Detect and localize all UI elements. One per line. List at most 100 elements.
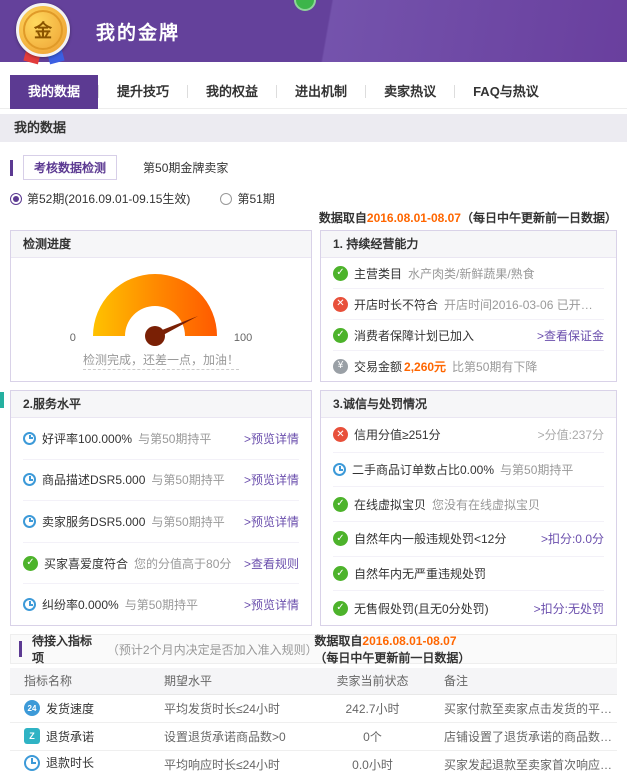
ability-main-category: ✓ 主营类目 水产肉类/新鲜蔬果/熟食 [333, 258, 604, 289]
item-label: 交易金额 [354, 358, 402, 375]
score-note: >分值:237分 [538, 426, 604, 443]
purple-accent-bar [19, 641, 22, 657]
radio-period-52[interactable]: 第52期(2016.09.01-09.15生效) [10, 190, 190, 207]
integrity-secondhand-ratio: 二手商品订单数占比0.00% 与第50期持平 [333, 453, 604, 488]
remark-cell: 买家发起退款至卖家首次响应的平均时长 [430, 750, 617, 772]
shipping-24h-icon: 24 [24, 700, 40, 716]
expected-level-cell: 平均发货时长≤24小时 [150, 694, 315, 722]
gauge-min-label: 0 [70, 332, 76, 344]
green-dot-decoration [294, 0, 316, 11]
item-label: 开店时长不符合 [354, 296, 438, 313]
note-prefix: 数据取自 [319, 211, 367, 225]
indicator-name-cell: 24 发货速度 [10, 694, 150, 722]
panels-grid: 检测进度 0 [10, 230, 617, 626]
current-status-cell: 0.0小时 [315, 750, 430, 772]
main-nav: 我的数据 提升技巧 我的权益 进出机制 卖家热议 FAQ与热议 [0, 75, 627, 109]
check-icon: ✓ [333, 328, 348, 343]
panel-service-level: 2.服务水平 好评率100.000% 与第50期持平 >预览详情 商品描述DSR… [10, 390, 312, 626]
item-detail: 与第50期持平 [151, 471, 224, 488]
clock-icon [333, 463, 346, 476]
remark-cell: 店铺设置了退货承诺的商品数量，点击设置 [430, 722, 617, 750]
tab-my-benefits[interactable]: 我的权益 [188, 75, 276, 109]
item-label: 好评率100.000% [42, 430, 132, 447]
pending-section-header: 待接入指标项 （预计2个月内决定是否加入准入规则） 数据取自2016.08.01… [10, 634, 617, 664]
subtab-assessment-data[interactable]: 考核数据检测 [23, 155, 117, 180]
item-value: 2,260元 [404, 358, 446, 375]
data-source-note: 数据取自2016.08.01-08.07（每日中午更新前一日数据） [314, 632, 608, 666]
panel-title: 检测进度 [11, 231, 311, 258]
purple-accent-bar [10, 160, 13, 176]
deduction-link[interactable]: >扣分:0.0分 [541, 530, 604, 547]
panel-operating-ability: 1. 持续经营能力 ✓ 主营类目 水产肉类/新鲜蔬果/熟食 ✕ 开店时长不符合 … [320, 230, 617, 382]
expected-level-cell: 平均响应时长≤24小时 [150, 750, 315, 772]
integrity-serious-violation: ✓ 自然年内无严重违规处罚 [333, 557, 604, 592]
gauge-max-label: 100 [234, 332, 252, 344]
note-prefix: 数据取自 [314, 634, 362, 648]
col-current-status: 卖家当前状态 [315, 668, 430, 694]
subtab-50th-gold-seller[interactable]: 第50期金牌卖家 [133, 156, 238, 179]
period-selector: 第52期(2016.09.01-09.15生效) 第51期 [10, 190, 617, 207]
preview-details-link[interactable]: >预览详情 [244, 430, 299, 447]
tab-faq[interactable]: FAQ与热议 [455, 75, 557, 109]
page-title: 我的金牌 [96, 18, 180, 45]
clock-icon [23, 515, 36, 528]
panel-title: 2.服务水平 [11, 391, 311, 418]
service-dispute-rate: 纠纷率0.000% 与第50期持平 >预览详情 [23, 584, 299, 625]
preview-details-link[interactable]: >预览详情 [244, 513, 299, 530]
cross-icon: ✕ [333, 427, 348, 442]
check-icon: ✓ [333, 601, 348, 616]
deduction-link[interactable]: >扣分:无处罚 [534, 600, 604, 617]
tab-entry-exit-mechanism[interactable]: 进出机制 [277, 75, 365, 109]
clock-icon [23, 473, 36, 486]
indicator-name: 发货速度 [46, 700, 94, 717]
item-label: 纠纷率0.000% [42, 596, 119, 613]
table-row-shipping-speed: 24 发货速度 平均发货时长≤24小时 242.7小时 买家付款至卖家点击发货的… [10, 694, 617, 722]
integrity-credit-score: ✕ 信用分值≥251分 >分值:237分 [333, 418, 604, 453]
radio-period-51[interactable]: 第51期 [220, 190, 274, 207]
preview-details-link[interactable]: >预览详情 [244, 471, 299, 488]
radio-dot [10, 193, 22, 205]
panel-integrity-penalty: 3.诚信与处罚情况 ✕ 信用分值≥251分 >分值:237分 二手商品订单数占比… [320, 390, 617, 626]
check-icon: ✓ [333, 497, 348, 512]
note-suffix: （每日中午更新前一日数据） [461, 211, 617, 225]
integrity-general-violation: ✓ 自然年内一般违规处罚<12分 >扣分:0.0分 [333, 522, 604, 557]
item-label: 商品描述DSR5.000 [42, 471, 145, 488]
check-icon: ✓ [333, 531, 348, 546]
service-seller-service-dsr: 卖家服务DSR5.000 与第50期持平 >预览详情 [23, 501, 299, 543]
ability-transaction-amount: ¥ 交易金额 2,260元 比第50期有下降 [333, 351, 604, 381]
panel-title: 3.诚信与处罚情况 [321, 391, 616, 418]
left-edge-marker [0, 392, 4, 408]
pending-hint: （预计2个月内决定是否加入准入规则） [107, 641, 314, 658]
money-icon: ¥ [333, 359, 348, 374]
view-deposit-link[interactable]: >查看保证金 [537, 327, 604, 344]
tab-my-data[interactable]: 我的数据 [10, 75, 98, 109]
clock-icon [24, 755, 40, 771]
preview-details-link[interactable]: >预览详情 [244, 596, 299, 613]
item-detail: 与第50期持平 [125, 596, 198, 613]
page-header: 金 我的金牌 [0, 0, 627, 62]
integrity-counterfeit-penalty: ✓ 无售假处罚(且无0分处罚) >扣分:无处罚 [333, 591, 604, 625]
indicator-name-cell: 退款时长 [10, 750, 150, 772]
view-rules-link[interactable]: >查看规则 [244, 555, 299, 572]
clock-icon [23, 598, 36, 611]
item-detail: 开店时间2016-03-06 已开店156天 [444, 296, 604, 313]
check-icon: ✓ [23, 556, 38, 571]
indicator-name: 退货承诺 [46, 728, 94, 745]
tab-seller-discussion[interactable]: 卖家热议 [366, 75, 454, 109]
pending-metrics-table: 指标名称 期望水平 卖家当前状态 备注 24 发货速度 平均发货时长≤24小时 … [10, 668, 617, 772]
item-label: 信用分值≥251分 [354, 426, 441, 443]
item-label: 无售假处罚(且无0分处罚) [354, 600, 489, 617]
item-detail: 水产肉类/新鲜蔬果/熟食 [408, 265, 535, 282]
subtab-row: 考核数据检测 第50期金牌卖家 [10, 155, 617, 180]
gauge-dial [80, 270, 230, 348]
service-positive-rating: 好评率100.000% 与第50期持平 >预览详情 [23, 418, 299, 460]
col-expected-level: 期望水平 [150, 668, 315, 694]
tab-improvement-tips[interactable]: 提升技巧 [99, 75, 187, 109]
table-row-return-promise: Z 退货承诺 设置退货承诺商品数>0 0个 店铺设置了退货承诺的商品数量，点击设… [10, 722, 617, 750]
item-label: 二手商品订单数占比0.00% [352, 461, 494, 478]
item-label: 在线虚拟宝贝 [354, 496, 426, 513]
gold-medal-icon: 金 [16, 3, 70, 57]
integrity-virtual-items: ✓ 在线虚拟宝贝 您没有在线虚拟宝贝 [333, 487, 604, 522]
check-icon: ✓ [333, 266, 348, 281]
ability-store-age: ✕ 开店时长不符合 开店时间2016-03-06 已开店156天 [333, 289, 604, 320]
